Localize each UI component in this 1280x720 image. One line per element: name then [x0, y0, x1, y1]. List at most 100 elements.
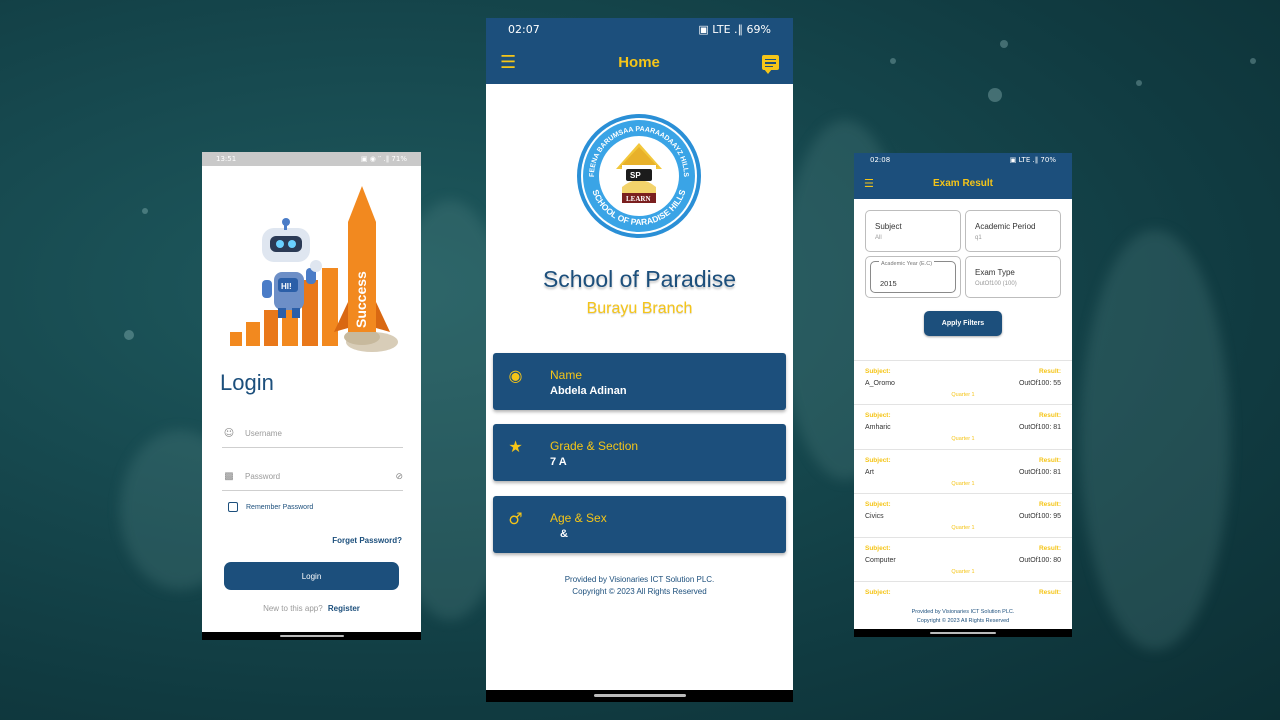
card-value: &	[560, 528, 568, 540]
gesture-bar	[202, 632, 421, 640]
status-icons: ▣ LTE .∥ 70%	[1009, 156, 1056, 164]
result-row[interactable]: Subject: Result: Computer OutOf100: 80 Q…	[854, 537, 1072, 581]
status-time: 13:51	[216, 155, 237, 163]
name-card: ◉ Name Abdela Adinan	[493, 353, 786, 410]
background-dot	[988, 88, 1002, 102]
account-circle-icon: ◉	[508, 366, 523, 385]
quarter-value: Quarter 1	[951, 524, 975, 531]
subject-value: Art	[865, 468, 874, 476]
result-row[interactable]: Subject: Result: A_Oromo OutOf100: 55 Qu…	[854, 360, 1072, 404]
result-row[interactable]: Subject: Result: Civics OutOf100: 95 Qua…	[854, 492, 1072, 537]
year-legend: Academic Year (E.C)	[879, 261, 935, 267]
menu-icon[interactable]: ☰	[500, 52, 516, 73]
home-handle[interactable]	[930, 632, 996, 634]
subject-label: Subject:	[865, 412, 891, 420]
result-label: Result:	[1038, 500, 1061, 508]
subject-value: A_Oromo	[865, 380, 895, 387]
year-value: 2015	[880, 279, 897, 288]
svg-text:LEARN: LEARN	[626, 195, 651, 203]
visibility-off-icon[interactable]: ⊘	[395, 472, 403, 482]
result-row[interactable]: Subject: Result: Amharic OutOf100: 81 Qu…	[854, 404, 1072, 448]
academic-year-filter[interactable]: Academic Year (E.C) 2015	[865, 256, 961, 298]
page-title: Exam Result	[932, 177, 994, 189]
register-link[interactable]: Register	[328, 604, 360, 613]
app-bar: ☰ Home	[486, 40, 793, 84]
result-row[interactable]: Subject: Result:	[854, 581, 1072, 601]
lock-icon: ▩	[224, 471, 234, 482]
result-label: Result:	[1038, 589, 1061, 597]
subject-label: Subject:	[865, 589, 891, 597]
result-label: Result:	[1038, 368, 1061, 375]
filter-value: OutOf100 (100)	[975, 281, 1017, 287]
person-icon: ☺	[223, 428, 235, 439]
gesture-bar	[854, 629, 1072, 637]
footer: Provided by Visionaries ICT Solution PLC…	[486, 574, 793, 598]
password-placeholder: Password	[245, 472, 281, 481]
status-time: 02:08	[870, 156, 891, 164]
filter-label: Academic Period	[975, 222, 1036, 231]
filter-value: q1	[975, 235, 982, 241]
status-bar: 02:08 ▣ LTE .∥ 70%	[854, 153, 1072, 167]
register-row: New to this app? Register	[202, 604, 421, 613]
forgot-password-link[interactable]: Forget Password?	[332, 536, 402, 545]
background-dot	[890, 58, 896, 64]
background-dot	[1000, 40, 1008, 48]
male-icon: ♂	[508, 509, 523, 528]
year-input-outline[interactable]: Academic Year (E.C) 2015	[870, 261, 956, 293]
footer-provider: Provided by Visionaries ICT Solution PLC…	[564, 575, 715, 584]
page-title: Home	[618, 53, 660, 71]
card-value: Abdela Adinan	[550, 385, 627, 397]
status-time: 02:07	[508, 22, 540, 36]
exam-result-screen: 02:08 ▣ LTE .∥ 70% ☰ Exam Result Subject…	[854, 153, 1072, 637]
message-icon[interactable]	[761, 54, 779, 74]
home-handle[interactable]	[279, 635, 344, 637]
background-dot	[142, 208, 148, 214]
login-button[interactable]: Login	[224, 562, 399, 590]
academic-period-filter[interactable]: Academic Period q1	[965, 210, 1061, 252]
home-screen: 02:07 ▣ LTE .∥ 69% ☰ Home FEENA BARUMSAA…	[486, 18, 793, 702]
card-value: 7 A	[550, 456, 567, 468]
result-label: Result:	[1038, 545, 1061, 553]
exam-type-filter[interactable]: Exam Type OutOf100 (100)	[965, 256, 1061, 298]
subject-label: Subject:	[865, 545, 891, 553]
login-screen: 13:51 ▣ ◉ ′′ .∥ 71% Success HI! Login ☺ …	[202, 152, 421, 640]
svg-text:HI!: HI!	[281, 282, 292, 291]
star-icon: ★	[508, 437, 523, 456]
login-title: Login	[220, 370, 274, 395]
success-robot-illustration: Success HI!	[230, 186, 398, 352]
username-field[interactable]: ☺ Username	[222, 420, 403, 448]
home-handle[interactable]	[593, 694, 686, 697]
apply-filters-button[interactable]: Apply Filters	[924, 311, 1002, 336]
new-user-text: New to this app?	[263, 604, 323, 613]
password-field[interactable]: ▩ Password ⊘	[222, 463, 403, 491]
filter-label: Exam Type	[975, 268, 1015, 277]
card-label: Name	[550, 368, 583, 382]
result-row[interactable]: Subject: Result: Art OutOf100: 81 Quarte…	[854, 448, 1072, 493]
quarter-value: Quarter 1	[951, 392, 975, 398]
background-dot	[1136, 80, 1142, 86]
result-value: OutOf100: 95	[1018, 512, 1061, 520]
background-dot	[124, 330, 134, 340]
result-value: OutOf100: 80	[1018, 557, 1061, 565]
subject-value: Civics	[865, 512, 884, 520]
remember-label: Remember Password	[246, 503, 314, 511]
status-bar: 02:07 ▣ LTE .∥ 69%	[486, 18, 793, 40]
subject-label: Subject:	[865, 500, 891, 508]
checkbox-box[interactable]	[228, 502, 238, 512]
remember-password-checkbox[interactable]: Remember Password	[228, 502, 313, 512]
result-value: OutOf100: 81	[1018, 424, 1061, 432]
status-icons: ▣ ◉ ′′ .∥ 71%	[360, 155, 407, 163]
branch-name: Burayu Branch	[586, 300, 693, 317]
filter-value: All	[875, 235, 882, 241]
card-label: Grade & Section	[550, 439, 639, 453]
subject-value: Amharic	[865, 424, 891, 432]
subject-label: Subject:	[865, 368, 891, 375]
result-label: Result:	[1038, 456, 1061, 464]
school-name: School of Paradise	[542, 266, 737, 292]
username-placeholder: Username	[245, 429, 282, 438]
subject-filter[interactable]: Subject All	[865, 210, 961, 252]
background-blob	[1080, 230, 1230, 650]
app-bar: ☰ Exam Result	[854, 167, 1072, 199]
results-list: Subject: Result: A_Oromo OutOf100: 55 Qu…	[854, 360, 1072, 601]
footer: Provided by Visionaries ICT Solution PLC…	[854, 608, 1072, 626]
